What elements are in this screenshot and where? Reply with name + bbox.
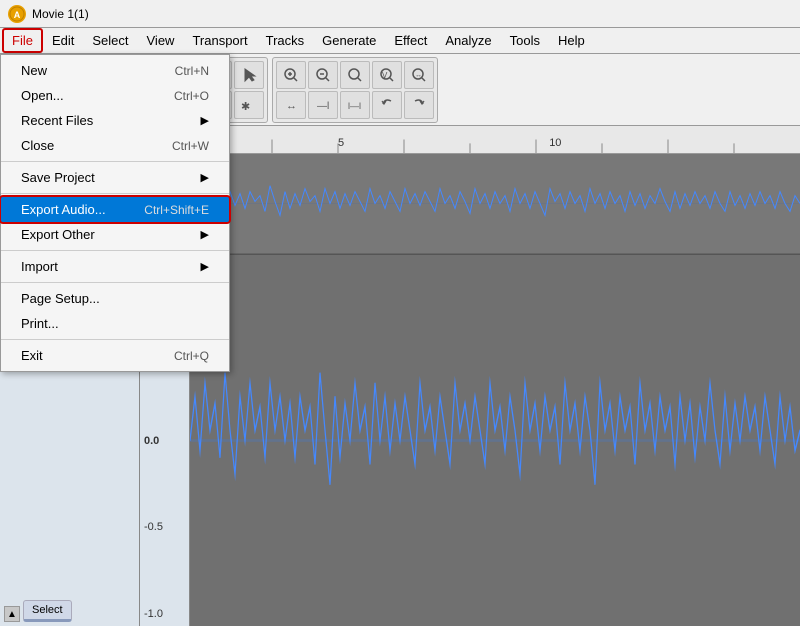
zoom-out[interactable] [308, 61, 338, 89]
zoom-panel: V ↔ ↔ —l l—l [272, 57, 438, 123]
zoom-redo[interactable] [404, 91, 434, 119]
zoom-track1[interactable]: —l [308, 91, 338, 119]
menu-view[interactable]: View [138, 29, 184, 52]
menu-export-audio-shortcut: Ctrl+Shift+E [144, 203, 209, 217]
sep-2 [1, 193, 229, 194]
menu-recent-files[interactable]: Recent Files ▶ [1, 108, 229, 133]
select-button[interactable]: Select [23, 600, 72, 622]
sep-1 [1, 161, 229, 162]
menu-export-audio-label: Export Audio... [21, 202, 106, 217]
menu-print-label: Print... [21, 316, 59, 331]
file-dropdown: New Ctrl+N Open... Ctrl+O Recent Files ▶… [0, 54, 230, 372]
scroll-up-btn[interactable]: ▲ [4, 606, 20, 622]
menu-new[interactable]: New Ctrl+N [1, 58, 229, 83]
menu-file[interactable]: File [2, 28, 43, 53]
sep-3 [1, 250, 229, 251]
zoom-track2[interactable]: l—l [340, 91, 370, 119]
menu-recent-label: Recent Files [21, 113, 93, 128]
menu-export-audio[interactable]: Export Audio... Ctrl+Shift+E [1, 197, 229, 222]
menu-export-other-arrow: ▶ [201, 228, 209, 241]
app-title: Movie 1(1) [32, 7, 89, 21]
menu-new-shortcut: Ctrl+N [175, 64, 209, 78]
tool-time[interactable]: ✱ [234, 91, 264, 119]
menu-save-label: Save Project [21, 170, 95, 185]
menu-page-setup-label: Page Setup... [21, 291, 100, 306]
menu-analyze[interactable]: Analyze [436, 29, 500, 52]
menu-close-shortcut: Ctrl+W [172, 139, 209, 153]
scale-neg-0-5: -0.5 [144, 521, 185, 533]
menu-import-arrow: ▶ [201, 260, 209, 273]
menu-save-project[interactable]: Save Project ▶ [1, 165, 229, 190]
menu-transport[interactable]: Transport [183, 29, 256, 52]
menu-effect[interactable]: Effect [385, 29, 436, 52]
menu-close[interactable]: Close Ctrl+W [1, 133, 229, 158]
svg-text:↔: ↔ [415, 72, 422, 79]
file-menu: New Ctrl+N Open... Ctrl+O Recent Files ▶… [0, 54, 230, 372]
tool-select[interactable] [234, 61, 264, 89]
menu-select[interactable]: Select [83, 29, 137, 52]
bottom-waveform [190, 255, 800, 626]
menu-open-label: Open... [21, 88, 64, 103]
menu-open-shortcut: Ctrl+O [174, 89, 209, 103]
menu-tools[interactable]: Tools [501, 29, 549, 52]
menu-page-setup[interactable]: Page Setup... [1, 286, 229, 311]
svg-text:l—l: l—l [348, 101, 361, 111]
zoom-in[interactable] [276, 61, 306, 89]
menu-export-other[interactable]: Export Other ▶ [1, 222, 229, 247]
menu-export-other-label: Export Other [21, 227, 95, 242]
menu-bar: File Edit Select View Transport Tracks G… [0, 28, 800, 54]
sep-5 [1, 339, 229, 340]
menu-open[interactable]: Open... Ctrl+O [1, 83, 229, 108]
menu-print[interactable]: Print... [1, 311, 229, 336]
menu-recent-arrow: ▶ [201, 114, 209, 127]
menu-generate[interactable]: Generate [313, 29, 385, 52]
sep-4 [1, 282, 229, 283]
menu-close-label: Close [21, 138, 54, 153]
svg-text:A: A [14, 10, 21, 20]
track-1-waveform [140, 154, 800, 253]
svg-text:—l: —l [317, 101, 329, 112]
svg-text:✱: ✱ [241, 101, 250, 113]
menu-edit[interactable]: Edit [43, 29, 83, 52]
menu-help[interactable]: Help [549, 29, 594, 52]
zoom-undo[interactable] [372, 91, 402, 119]
zoom-fit-v[interactable]: V [372, 61, 402, 89]
svg-text:V: V [382, 71, 388, 80]
menu-tracks[interactable]: Tracks [257, 29, 314, 52]
menu-new-label: New [21, 63, 47, 78]
title-bar: A Movie 1(1) [0, 0, 800, 28]
zoom-toggle[interactable]: ↔ [404, 61, 434, 89]
app-icon: A [8, 5, 26, 23]
app-window: A Movie 1(1) File Edit Select View Trans… [0, 0, 800, 626]
scale-neg-1-0: -1.0 [144, 608, 185, 620]
menu-save-arrow: ▶ [201, 171, 209, 184]
zoom-extra[interactable]: ↔ [276, 91, 306, 119]
svg-text:↔: ↔ [286, 100, 297, 112]
menu-import-label: Import [21, 259, 58, 274]
menu-import[interactable]: Import ▶ [1, 254, 229, 279]
menu-exit-label: Exit [21, 348, 43, 363]
scale-0-0: 0.0 [144, 435, 185, 447]
menu-exit[interactable]: Exit Ctrl+Q [1, 343, 229, 368]
zoom-fit-h[interactable] [340, 61, 370, 89]
menu-exit-shortcut: Ctrl+Q [174, 349, 209, 363]
ruler-content: 5 10 [140, 126, 800, 154]
